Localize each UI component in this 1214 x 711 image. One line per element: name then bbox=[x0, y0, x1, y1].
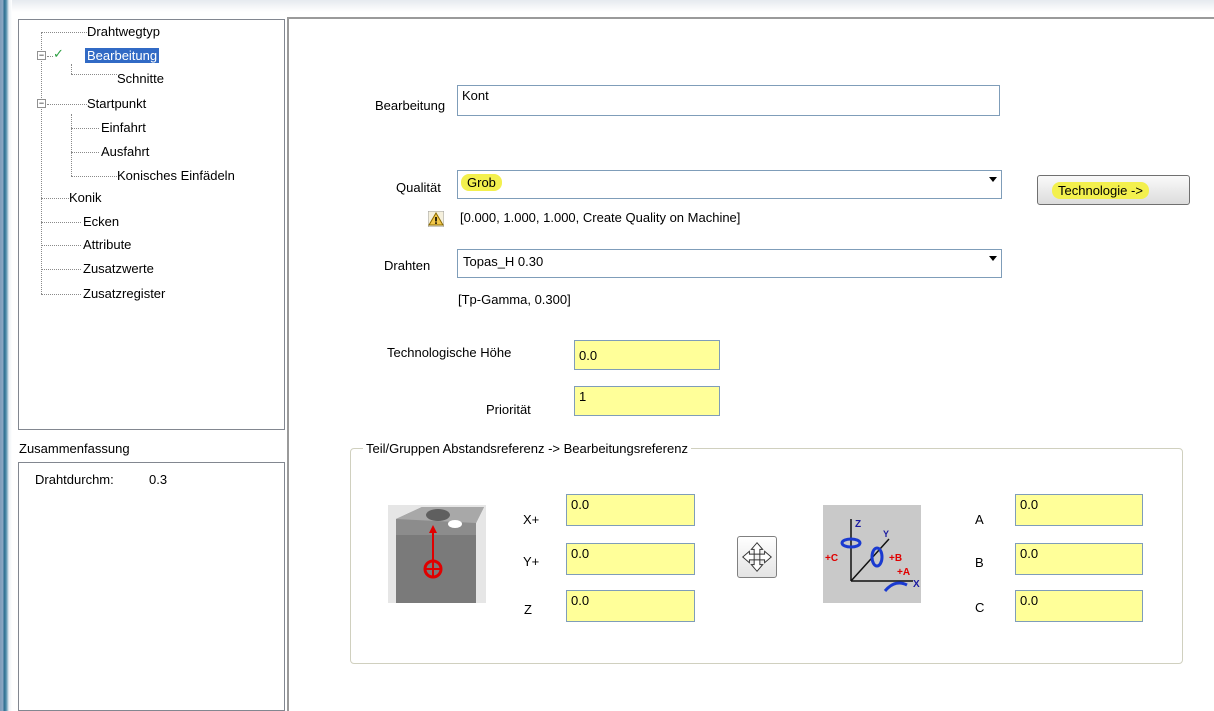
reference-group-title: Teil/Gruppen Abstandsreferenz -> Bearbei… bbox=[363, 441, 691, 456]
collapse-toggle-startpunkt[interactable]: − bbox=[37, 99, 46, 108]
z-offset-input[interactable]: 0.0 bbox=[566, 590, 695, 622]
part-reference-icon bbox=[388, 505, 486, 603]
axis-y-text: Y bbox=[883, 529, 889, 539]
tree-item-label: Attribute bbox=[83, 237, 132, 252]
prioritaet-label: Priorität bbox=[486, 402, 531, 417]
drahten-select-value: Topas_H 0.30 bbox=[463, 254, 544, 269]
c-label: C bbox=[975, 600, 985, 615]
a-offset-value: 0.0 bbox=[1020, 497, 1039, 512]
b-offset-input[interactable]: 0.0 bbox=[1015, 543, 1143, 575]
tech-hoehe-input[interactable]: 0.0 bbox=[574, 340, 720, 370]
drahten-label: Drahten bbox=[384, 258, 431, 273]
a-offset-input[interactable]: 0.0 bbox=[1015, 494, 1143, 526]
axis-z-text: Z bbox=[855, 519, 861, 530]
tree-line bbox=[71, 152, 99, 153]
tree-line bbox=[71, 64, 72, 74]
qualitaet-select[interactable]: Grob bbox=[457, 170, 1002, 199]
tree-line bbox=[71, 176, 117, 177]
tree-item-attribute[interactable]: Attribute bbox=[83, 235, 131, 254]
x-label: X+ bbox=[523, 512, 540, 527]
tree-item-ausfahrt[interactable]: Ausfahrt bbox=[101, 142, 149, 161]
tree-line bbox=[41, 245, 81, 246]
y-offset-value: 0.0 bbox=[571, 546, 590, 561]
tech-hoehe-input-value: 0.0 bbox=[579, 348, 598, 363]
tree-item-label: Schnitte bbox=[117, 71, 164, 86]
x-offset-input[interactable]: 0.0 bbox=[566, 494, 695, 526]
axis-c-text: +C bbox=[825, 553, 838, 564]
tree-line bbox=[71, 128, 99, 129]
drahten-select[interactable]: Topas_H 0.30 bbox=[457, 249, 1002, 278]
move-arrows-icon bbox=[742, 542, 772, 572]
tree-item-label: Konisches Einfädeln bbox=[117, 168, 235, 183]
axis-a-text: +A bbox=[897, 567, 910, 578]
tree-item-label: Zusatzwerte bbox=[83, 261, 154, 276]
tree-line bbox=[41, 294, 81, 295]
technologie-button[interactable]: Technologie -> bbox=[1037, 175, 1190, 205]
move-reference-button[interactable] bbox=[737, 536, 777, 578]
navigation-tree[interactable]: − − ✓ Drahtwegtyp Bearbeitung Schnitte S… bbox=[18, 19, 285, 430]
tree-item-konisches-einfaedeln[interactable]: Konisches Einfädeln bbox=[117, 166, 235, 185]
c-offset-input[interactable]: 0.0 bbox=[1015, 590, 1143, 622]
qualitaet-info-text: [0.000, 1.000, 1.000, Create Quality on … bbox=[460, 210, 741, 225]
y-offset-input[interactable]: 0.0 bbox=[566, 543, 695, 575]
bearbeitung-input-value: Kont bbox=[462, 88, 489, 103]
summary-panel: Drahtdurchm: 0.3 bbox=[18, 462, 285, 711]
window-left-frame bbox=[0, 0, 12, 711]
tree-item-label: Konik bbox=[69, 190, 102, 205]
tree-item-label: Ecken bbox=[83, 214, 120, 229]
window-top-edge bbox=[0, 0, 1214, 12]
z-offset-value: 0.0 bbox=[571, 593, 590, 608]
tree-item-label: Startpunkt bbox=[87, 96, 147, 111]
tree-line bbox=[41, 222, 81, 223]
tech-hoehe-label: Technologische Höhe bbox=[387, 345, 512, 360]
tree-item-label: Ausfahrt bbox=[101, 144, 150, 159]
tree-item-label: Bearbeitung bbox=[85, 48, 160, 63]
tree-item-label: Drahtwegtyp bbox=[87, 24, 160, 39]
bearbeitung-input[interactable]: Kont bbox=[457, 85, 1000, 116]
summary-row-value: 0.3 bbox=[149, 472, 168, 487]
b-offset-value: 0.0 bbox=[1020, 546, 1039, 561]
b-label: B bbox=[975, 555, 984, 570]
tree-line bbox=[71, 74, 117, 75]
collapse-toggle-bearbeitung[interactable]: − bbox=[37, 51, 46, 60]
tree-item-zusatzwerte[interactable]: Zusatzwerte bbox=[83, 259, 154, 278]
y-label: Y+ bbox=[523, 554, 540, 569]
prioritaet-input-value: 1 bbox=[579, 389, 587, 404]
drahten-info-text: [Tp-Gamma, 0.300] bbox=[458, 292, 571, 307]
tree-item-zusatzregister[interactable]: Zusatzregister bbox=[83, 284, 165, 303]
tree-item-label: Einfahrt bbox=[101, 120, 146, 135]
bearbeitung-label: Bearbeitung bbox=[375, 98, 446, 113]
summary-row-label: Drahtdurchm: bbox=[35, 472, 114, 487]
tree-item-label: Zusatzregister bbox=[83, 286, 166, 301]
warning-icon bbox=[428, 211, 444, 227]
technologie-button-label: Technologie -> bbox=[1052, 182, 1149, 199]
tree-line bbox=[71, 114, 72, 176]
axis-x-text: X bbox=[913, 579, 920, 590]
axis-b-text: +B bbox=[889, 553, 902, 564]
tree-item-ecken[interactable]: Ecken bbox=[83, 212, 119, 231]
prioritaet-input[interactable]: 1 bbox=[574, 386, 720, 416]
z-label: Z bbox=[524, 602, 532, 617]
tree-line bbox=[47, 104, 87, 105]
tree-line bbox=[41, 198, 69, 199]
tree-item-startpunkt[interactable]: Startpunkt bbox=[87, 94, 146, 113]
tree-item-drahtwegtyp[interactable]: Drahtwegtyp bbox=[87, 22, 160, 41]
tree-line bbox=[41, 269, 81, 270]
summary-title: Zusammenfassung bbox=[19, 441, 130, 456]
tree-item-bearbeitung[interactable]: Bearbeitung bbox=[85, 46, 160, 65]
dropdown-arrow-icon[interactable] bbox=[989, 256, 997, 261]
checkmark-icon: ✓ bbox=[53, 46, 64, 61]
tree-item-schnitte[interactable]: Schnitte bbox=[117, 69, 164, 88]
qualitaet-select-value: Grob bbox=[461, 174, 502, 191]
axis-orientation-icon: Z Y X +C +B +A bbox=[823, 505, 921, 603]
c-offset-value: 0.0 bbox=[1020, 593, 1039, 608]
tree-item-einfahrt[interactable]: Einfahrt bbox=[101, 118, 146, 137]
qualitaet-label: Qualität bbox=[396, 180, 441, 195]
a-label: A bbox=[975, 512, 984, 527]
x-offset-value: 0.0 bbox=[571, 497, 590, 512]
dropdown-arrow-icon[interactable] bbox=[989, 177, 997, 182]
tree-item-konik[interactable]: Konik bbox=[69, 188, 102, 207]
tree-line bbox=[41, 32, 42, 294]
tree-line bbox=[41, 32, 87, 33]
